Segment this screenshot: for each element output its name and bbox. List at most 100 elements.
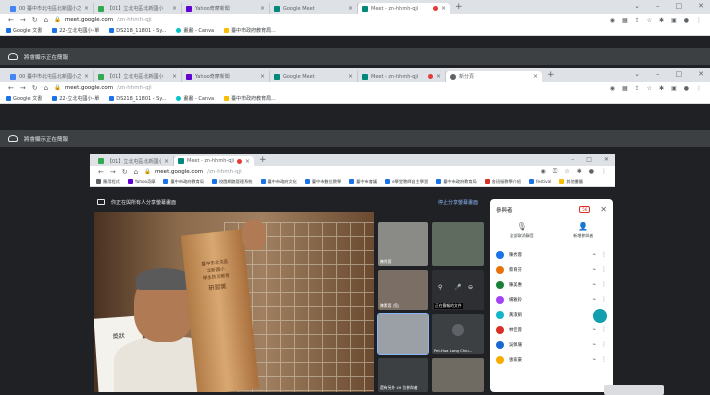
close-icon[interactable]: × — [348, 73, 353, 80]
close-icon[interactable]: × — [172, 5, 177, 12]
stop-presenting-button[interactable]: 停止分享螢幕畫面 — [438, 199, 478, 206]
bookmark-item[interactable]: 22-立北屯國小-單 — [52, 27, 99, 34]
close-icon[interactable]: × — [533, 73, 538, 80]
minimize-icon[interactable]: – — [571, 156, 574, 163]
bookmark-item[interactable]: 臺中市政府教育局 — [163, 179, 204, 185]
camera-icon[interactable]: ◉ — [610, 17, 615, 24]
participant-row[interactable]: 蔡育芬 ⌁ ⋮ — [490, 262, 613, 277]
close-icon[interactable]: ✕ — [604, 156, 609, 163]
close-icon[interactable]: × — [172, 73, 177, 80]
participant-tile[interactable] — [432, 222, 484, 266]
address-bar[interactable]: 🔒 meet.google.com/zn-hhmh-qji — [54, 17, 152, 23]
new-tab-button[interactable]: + — [254, 155, 272, 165]
close-icon[interactable]: × — [84, 5, 89, 12]
participant-row[interactable]: 楊雅鈴 ⌁ ⋮ — [490, 292, 613, 307]
close-icon[interactable]: ✕ — [698, 70, 704, 78]
more-options-icon[interactable]: ⋮ — [601, 281, 607, 288]
mic-off-icon[interactable]: ⌁ — [592, 251, 596, 258]
camera-icon[interactable]: ◉ — [541, 168, 546, 176]
bookmark-item[interactable]: 臺中市政府教育局... — [224, 95, 276, 102]
browser2-tab-6[interactable]: 新分頁 × — [446, 71, 542, 82]
forward-icon[interactable]: → — [20, 16, 26, 24]
browser2-tab-2[interactable]: 【01】立北屯區北新國小 × — [94, 71, 182, 82]
browser3-tab-2[interactable]: Meet - zn-hhmh-qji × — [174, 156, 254, 166]
close-icon[interactable]: × — [348, 5, 353, 12]
new-tab-button[interactable]: + — [450, 2, 468, 12]
mic-off-icon[interactable]: 🎤 — [454, 284, 461, 291]
mic-off-icon[interactable]: ⌁ — [592, 341, 596, 348]
participant-row[interactable]: 陳美惠 ⌁ ⋮ — [490, 277, 613, 292]
minimize-icon[interactable]: – — [656, 70, 660, 78]
back-icon[interactable]: ← — [98, 168, 104, 176]
participant-tile[interactable]: 陳秀蓉 — [378, 222, 428, 266]
participant-tile[interactable]: 陳素蓉 (您) — [378, 270, 428, 310]
bookmark-item[interactable]: 各班級教學介紹 — [484, 179, 521, 185]
star-icon[interactable]: ☆ — [647, 85, 652, 92]
close-icon[interactable]: × — [84, 73, 89, 80]
browser1-tab-5[interactable]: Meet - zn-hhmh-qji × — [358, 3, 450, 14]
bookmark-item[interactable]: 臺中市政府教育局... — [224, 27, 276, 34]
mic-off-icon[interactable]: ⌁ — [592, 356, 596, 363]
menu-icon[interactable]: ⋮ — [696, 17, 702, 24]
maximize-icon[interactable]: □ — [586, 156, 592, 163]
mic-off-icon[interactable]: ⌁ — [592, 326, 596, 333]
mic-off-icon[interactable]: ⌁ — [592, 281, 596, 288]
close-icon[interactable]: × — [260, 5, 265, 12]
close-icon[interactable]: × — [441, 5, 446, 12]
browser1-tab-4[interactable]: Google Meet × — [270, 3, 358, 14]
participant-tile-self[interactable] — [377, 313, 429, 355]
bookmark-item[interactable]: e學堂教師自主學習 — [385, 179, 428, 185]
browser2-tab-4[interactable]: Google Meet × — [270, 71, 358, 82]
address-bar[interactable]: 🔒 meet.google.com/zn-hhmh-qji — [54, 85, 152, 91]
new-tab-button[interactable]: + — [542, 70, 560, 80]
bookmark-item[interactable]: DS218_11801 - Sy... — [109, 96, 166, 102]
puzzle-icon[interactable]: ✱ — [577, 168, 582, 176]
star-icon[interactable]: ☆ — [647, 17, 652, 24]
home-icon[interactable]: ⌂ — [134, 168, 138, 176]
bookmark-item[interactable]: 應用程式 — [96, 179, 120, 185]
bookmark-item[interactable]: DS218_11801 - Sy... — [109, 28, 166, 34]
reload-icon[interactable]: ↻ — [32, 84, 38, 92]
forward-icon[interactable]: → — [110, 168, 116, 176]
minimize-icon[interactable]: – — [656, 2, 660, 10]
more-options-icon[interactable]: ⋮ — [601, 326, 607, 333]
more-options-icon[interactable]: ⋮ — [601, 251, 607, 258]
bookmark-item[interactable]: Google 文書 — [6, 95, 42, 102]
bookmark-item[interactable]: 22-立北屯國小-單 — [52, 95, 99, 102]
browser2-tab-3[interactable]: Yahoo奇摩新聞 × — [182, 71, 270, 82]
bookmark-item[interactable]: 校園網路管理系統 — [211, 179, 253, 185]
remove-icon[interactable]: ⊖ — [468, 284, 473, 291]
add-people-button[interactable]: 👤 新增參與者 — [573, 222, 593, 239]
sidebar-icon[interactable]: ▣ — [671, 17, 677, 24]
camera-icon[interactable]: ◉ — [610, 85, 615, 92]
close-icon[interactable]: × — [164, 158, 169, 165]
participant-tile[interactable] — [432, 358, 484, 392]
bookmark-item[interactable]: 畫畫 - Canva — [176, 27, 214, 34]
back-icon[interactable]: ← — [8, 84, 14, 92]
close-icon[interactable]: × — [245, 158, 250, 165]
reload-icon[interactable]: ↻ — [32, 16, 38, 24]
star-icon[interactable]: ☆ — [564, 168, 569, 176]
chevron-down-icon[interactable]: ⌄ — [634, 2, 640, 10]
bookmark-item[interactable]: 臺中市政府教育局 — [436, 179, 477, 185]
participant-row[interactable]: 陳秀蓉 ⌁ ⋮ — [490, 247, 613, 262]
bookmark-item[interactable]: 臺中市政府文化 — [260, 179, 297, 185]
back-icon[interactable]: ← — [8, 16, 14, 24]
translate-icon[interactable]: ▦ — [622, 17, 628, 24]
bookmark-item[interactable]: Yahoo奇摩 — [127, 179, 155, 185]
key-icon[interactable]: ⚿ — [553, 168, 558, 176]
browser1-tab-2[interactable]: 【01】立北屯區北新國小 × — [94, 3, 182, 14]
translate-icon[interactable]: ▦ — [622, 85, 628, 92]
pin-icon[interactable]: ⚲ — [438, 284, 442, 291]
more-options-icon[interactable]: ⋮ — [601, 266, 607, 273]
participant-tile[interactable]: Pei-Hua Long Chiu... — [432, 314, 484, 354]
sidebar-icon[interactable]: ▣ — [671, 85, 677, 92]
home-icon[interactable]: ⌂ — [44, 16, 48, 24]
close-icon[interactable]: ✕ — [698, 2, 704, 10]
more-options-icon[interactable]: ⋮ — [601, 341, 607, 348]
menu-icon[interactable]: ⋮ — [601, 168, 607, 176]
share-icon[interactable]: ⇪ — [635, 85, 640, 92]
participant-row[interactable]: 林佳蓉 ⌁ ⋮ — [490, 322, 613, 337]
participant-tile[interactable]: ⚲ 🎤 ⊖ 正在簡報的文件 — [432, 270, 484, 310]
bookmark-item[interactable]: Google 文書 — [6, 27, 42, 34]
